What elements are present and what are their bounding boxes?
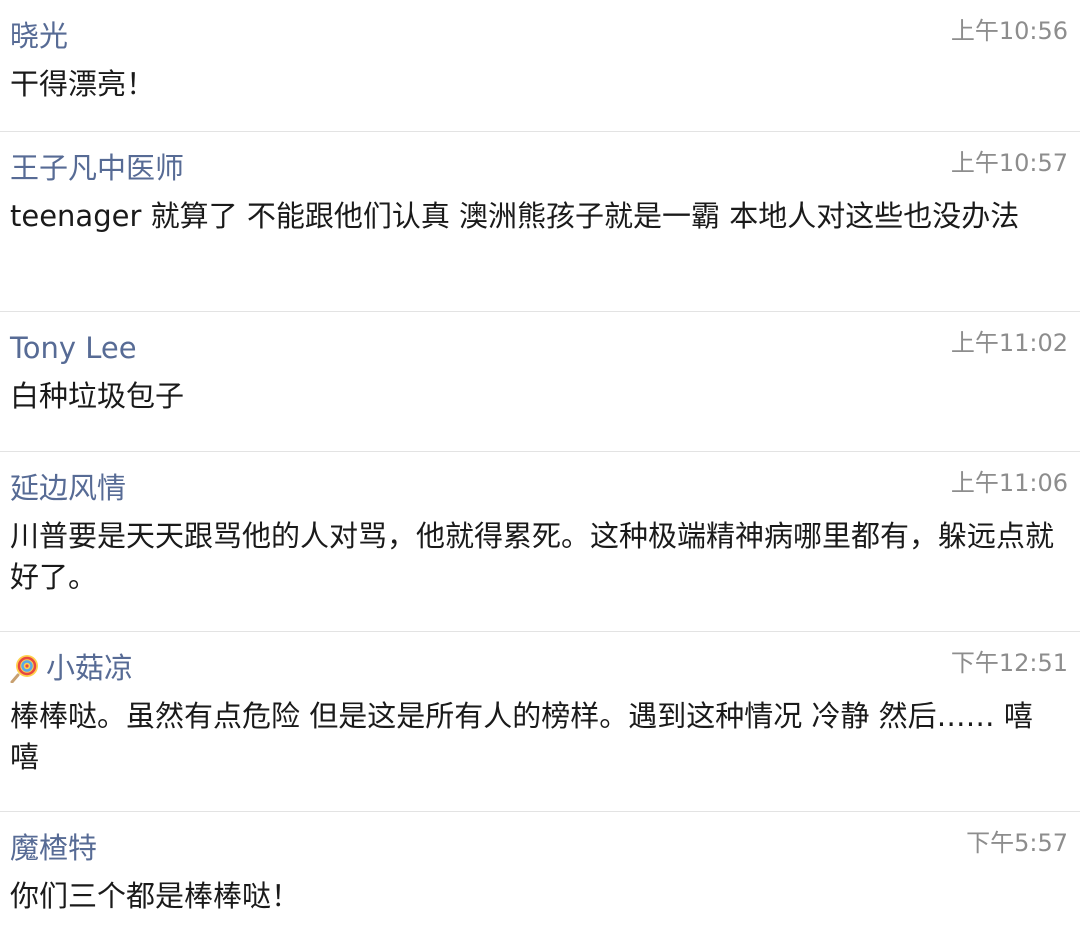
- comment-time: 上午11:02: [950, 329, 1068, 357]
- comment-item: 晓光 上午10:56 干得漂亮！: [0, 0, 1080, 132]
- comment-author[interactable]: 延边风情: [10, 468, 126, 508]
- comment-author[interactable]: 晓光: [10, 16, 68, 56]
- comment-item: Tony Lee 上午11:02 白种垃圾包子: [0, 312, 1080, 452]
- comment-time: 下午5:57: [966, 829, 1068, 857]
- comment-author[interactable]: Tony Lee: [10, 328, 137, 368]
- comment-text: teenager 就算了 不能跟他们认真 澳洲熊孩子就是一霸 本地人对这些也没办…: [10, 199, 1020, 233]
- comment-text: 棒棒哒。虽然有点危险 但是这是所有人的榜样。遇到这种情况 冷静 然后…… 嘻嘻: [10, 699, 1033, 774]
- comment-item: 延边风情 上午11:06 川普要是天天跟骂他的人对骂，他就得累死。这种极端精神病…: [0, 452, 1080, 632]
- lollipop-icon: [10, 655, 38, 683]
- comment-time: 下午12:51: [950, 649, 1068, 677]
- comment-time: 上午11:06: [950, 469, 1068, 497]
- comment-item: 魔楂特 下午5:57 你们三个都是棒棒哒！: [0, 812, 1080, 939]
- comment-text: 干得漂亮！: [10, 67, 156, 101]
- comment-text: 白种垃圾包子: [10, 379, 185, 413]
- comment-time: 上午10:56: [950, 17, 1068, 45]
- comment-time: 上午10:57: [950, 149, 1068, 177]
- comment-author[interactable]: 魔楂特: [10, 828, 97, 868]
- comment-list: 晓光 上午10:56 干得漂亮！ 王子凡中医师 上午10:57 teenager…: [0, 0, 1080, 939]
- comment-item: 小菇凉 下午12:51 棒棒哒。虽然有点危险 但是这是所有人的榜样。遇到这种情况…: [0, 632, 1080, 812]
- comment-item: 王子凡中医师 上午10:57 teenager 就算了 不能跟他们认真 澳洲熊孩…: [0, 132, 1080, 312]
- comment-author[interactable]: 小菇凉: [46, 648, 133, 688]
- comment-author[interactable]: 王子凡中医师: [10, 148, 184, 188]
- comment-author-row[interactable]: 小菇凉: [10, 648, 133, 688]
- comment-text: 你们三个都是棒棒哒！: [10, 879, 301, 913]
- comment-text: 川普要是天天跟骂他的人对骂，他就得累死。这种极端精神病哪里都有，躲远点就好了。: [10, 519, 1055, 594]
